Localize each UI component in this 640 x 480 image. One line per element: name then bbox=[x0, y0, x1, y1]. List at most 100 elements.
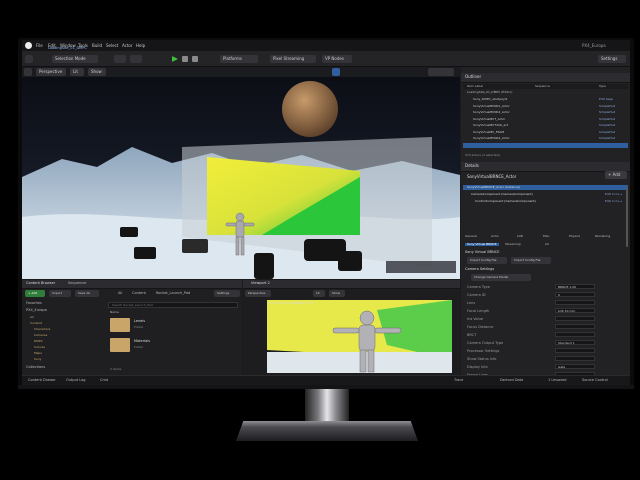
outliner-row[interactable]: SonyVirtualBVNK4_Actor SimpleHud bbox=[463, 136, 628, 141]
settings-button[interactable]: Settings bbox=[598, 55, 626, 63]
property-field[interactable]: BRNCE 1.00 bbox=[555, 284, 595, 289]
trace-button[interactable]: Trace bbox=[454, 378, 463, 383]
property-field[interactable] bbox=[555, 300, 595, 305]
property-field[interactable]: Standard 1 bbox=[555, 340, 595, 345]
level-tab[interactable]: LoadingSite_01_DMPC bbox=[48, 46, 87, 50]
viewport-2-perspective-button[interactable]: Perspective bbox=[245, 290, 271, 297]
component-row[interactable]: CameraComponent (CameraComponent) Edit in… bbox=[463, 192, 628, 197]
outliner-row[interactable]: SonyVirtualBV_FRAM SimpleHud bbox=[463, 130, 628, 135]
vp-nodes-button[interactable]: VP Nodes bbox=[322, 55, 352, 63]
details-tab[interactable]: LOD bbox=[517, 235, 523, 238]
menu-file[interactable]: File bbox=[36, 43, 43, 48]
unreal-logo-icon[interactable] bbox=[25, 42, 32, 49]
content-settings-button[interactable]: Settings bbox=[214, 290, 240, 297]
path-all[interactable]: All bbox=[118, 291, 122, 296]
outliner-selected-row[interactable] bbox=[463, 143, 628, 148]
folder-tree-item[interactable]: DMPC bbox=[34, 340, 43, 343]
menu-select[interactable]: Select bbox=[106, 43, 118, 48]
content-browser-tab[interactable]: Content Browser bbox=[26, 281, 55, 286]
details-tab[interactable]: Actor bbox=[491, 235, 499, 238]
outliner-row[interactable]: SonyVirtualBVNK1_Actor SimpleHud bbox=[463, 104, 628, 109]
component-row[interactable]: SonyVirtualBRNCE_Actor (Instance) bbox=[463, 185, 628, 190]
import-config-button-2[interactable]: Import Config File bbox=[511, 257, 551, 264]
component-edit-link[interactable]: Edit in C++ bbox=[605, 193, 623, 196]
outliner-root[interactable]: LoadingSite_01_DMPC (Editor) bbox=[463, 90, 628, 95]
viewport-2-title[interactable]: Viewport 2 bbox=[251, 281, 270, 286]
content-drawer-button[interactable]: Content Drawer bbox=[28, 378, 56, 383]
details-scrollbar[interactable] bbox=[626, 187, 628, 247]
menu-build[interactable]: Build bbox=[92, 43, 102, 48]
unsaved-indicator[interactable]: 1 Unsaved bbox=[548, 378, 567, 383]
sequencer-tab[interactable]: Sequencer bbox=[68, 281, 87, 286]
save-all-button[interactable]: Save All bbox=[75, 290, 99, 297]
details-section-tab[interactable]: All bbox=[545, 243, 549, 246]
level-viewport[interactable]: Perspective Lit Show bbox=[22, 67, 460, 279]
property-field[interactable] bbox=[555, 332, 595, 337]
viewport-2-lit-button[interactable]: Lit bbox=[313, 290, 325, 297]
folder-tree-item[interactable]: Maps bbox=[34, 352, 42, 355]
play-icon[interactable] bbox=[172, 56, 178, 62]
step-icon[interactable] bbox=[182, 56, 188, 62]
outliner-row[interactable]: SonyVirtualBVT2A6_act SimpleHud bbox=[463, 123, 628, 128]
property-field[interactable]: Gate bbox=[555, 364, 595, 369]
outliner-row[interactable]: Sony_DMPC_startpayl1 Edit Sequ bbox=[463, 97, 628, 102]
viewport-2-show-button[interactable]: Show bbox=[329, 290, 345, 297]
project-root-label[interactable]: PX4_Europa bbox=[26, 308, 47, 313]
source-control-button[interactable]: Source Control bbox=[582, 378, 608, 383]
path-rocket[interactable]: Rocket_Launch_Pad bbox=[156, 291, 190, 296]
add-content-button[interactable] bbox=[114, 55, 126, 63]
property-field[interactable] bbox=[555, 356, 595, 361]
outliner-col-type[interactable]: Type bbox=[599, 85, 606, 88]
outliner-row[interactable]: SonyVirtualBVT_Actor SimpleHud bbox=[463, 117, 628, 122]
import-button[interactable]: Import bbox=[49, 290, 71, 297]
selection-mode-button[interactable]: Selection Mode bbox=[52, 55, 98, 63]
change-camera-model-button[interactable]: Change Camera Model bbox=[471, 274, 531, 281]
save-icon[interactable] bbox=[25, 55, 33, 63]
outliner-col-sequence[interactable]: Sequence bbox=[535, 85, 550, 88]
derived-data-button[interactable]: Derived Data bbox=[500, 378, 523, 383]
component-row[interactable]: ControlComponent (CameraComponent) Edit i… bbox=[463, 199, 628, 204]
details-section-tab[interactable]: Sony Virtual BRNCE bbox=[465, 243, 499, 246]
details-tab[interactable]: Rendering bbox=[595, 235, 610, 238]
lit-button[interactable]: Lit bbox=[70, 68, 84, 76]
property-field[interactable] bbox=[555, 324, 595, 329]
output-log-button[interactable]: Output Log bbox=[66, 378, 86, 383]
path-content[interactable]: Content bbox=[132, 291, 146, 296]
add-component-button[interactable]: + Add bbox=[605, 171, 627, 179]
favorites-label[interactable]: Favorites bbox=[26, 301, 42, 306]
folder-tree-item[interactable]: Cameras bbox=[34, 334, 47, 337]
folder-tree-item[interactable]: Content bbox=[30, 322, 42, 325]
folder-tree-item[interactable]: Sony bbox=[34, 358, 41, 361]
menu-actor[interactable]: Actor bbox=[122, 43, 133, 48]
folder-levels-icon[interactable] bbox=[110, 318, 130, 332]
camera-preview[interactable] bbox=[267, 300, 452, 373]
property-field[interactable] bbox=[555, 316, 595, 321]
camera-speed-button[interactable] bbox=[428, 68, 454, 76]
perspective-button[interactable]: Perspective bbox=[36, 68, 66, 76]
menu-help[interactable]: Help bbox=[136, 43, 145, 48]
folder-tree-item[interactable]: All bbox=[30, 316, 34, 319]
details-tab[interactable]: Misc bbox=[543, 235, 550, 238]
details-tab[interactable]: Physics bbox=[569, 235, 580, 238]
import-config-button-1[interactable]: Import Config File bbox=[467, 257, 507, 264]
outliner-row[interactable]: SonyVirtualBVNK2_Actor SimpleHud bbox=[463, 110, 628, 115]
property-field[interactable]: bdb 50 mm bbox=[555, 308, 595, 313]
pixel-streaming-button[interactable]: Pixel Streaming bbox=[270, 55, 316, 63]
viewport-menu-icon[interactable] bbox=[24, 68, 32, 76]
folder-tree-item[interactable]: Include bbox=[34, 346, 45, 349]
blueprint-button[interactable] bbox=[130, 55, 142, 63]
details-section-tab[interactable]: Streaming bbox=[505, 243, 521, 246]
property-field[interactable] bbox=[555, 348, 595, 353]
folder-tree-item[interactable]: Characters bbox=[34, 328, 50, 331]
collections-label[interactable]: Collections bbox=[26, 365, 45, 370]
grid-snap-button[interactable] bbox=[332, 68, 340, 76]
folder-materials-icon[interactable] bbox=[110, 338, 130, 352]
outliner-col-label[interactable]: Item Label bbox=[467, 85, 483, 88]
details-tab[interactable]: General bbox=[465, 235, 477, 238]
show-button[interactable]: Show bbox=[88, 68, 106, 76]
platforms-button[interactable]: Platforms bbox=[220, 55, 258, 63]
stop-icon[interactable] bbox=[192, 56, 198, 62]
component-edit-link[interactable]: Edit in C++ bbox=[605, 200, 623, 203]
add-button[interactable]: + Add bbox=[25, 290, 45, 297]
name-filter[interactable]: Name bbox=[110, 311, 119, 314]
